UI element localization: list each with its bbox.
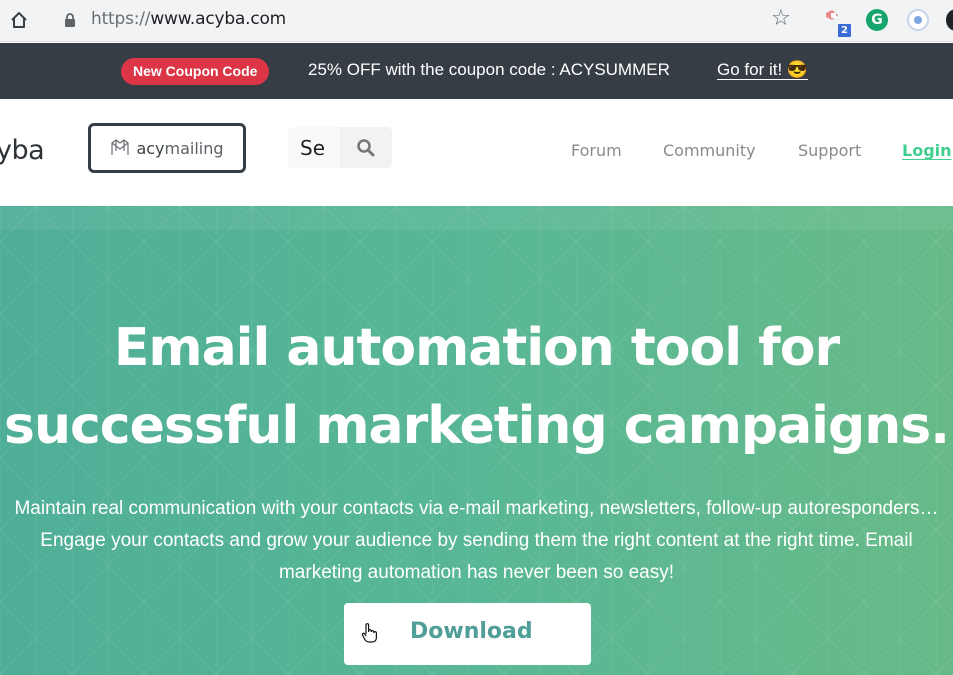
coupon-text: 25% OFF with the coupon code : ACYSUMMER xyxy=(308,60,670,79)
nav-link-forum[interactable]: Forum xyxy=(571,141,622,160)
hand-cursor-icon xyxy=(361,623,377,643)
url-scheme: https:// xyxy=(91,9,151,29)
browser-toolbar: https://www.acyba.com ☆ 2 G xyxy=(0,0,953,42)
acyba-logo[interactable]: yba xyxy=(0,135,45,166)
url-text[interactable]: https://www.acyba.com xyxy=(91,9,286,29)
bookmark-star-icon[interactable]: ☆ xyxy=(771,8,793,30)
extension-icon xyxy=(826,10,838,20)
home-icon xyxy=(11,12,27,28)
wordmark-prefix: acy xyxy=(136,138,165,158)
site-header: yba acymailing Forum Community Support L… xyxy=(0,99,953,206)
nav-link-support[interactable]: Support xyxy=(798,141,861,160)
coupon-link[interactable]: Go for it! 😎 xyxy=(717,60,808,80)
nav-link-login[interactable]: Login xyxy=(902,141,952,160)
extension-badge: 2 xyxy=(838,24,851,37)
download-button[interactable]: Download xyxy=(344,603,591,665)
search-icon xyxy=(357,138,375,156)
acymailing-wordmark: acymailing xyxy=(136,139,223,158)
profile-icon[interactable] xyxy=(946,9,953,31)
hero-section: Email automation tool for successful mar… xyxy=(0,206,953,675)
download-label: Download xyxy=(410,619,533,644)
search-button[interactable] xyxy=(340,127,392,168)
acymailing-button[interactable]: acymailing xyxy=(88,123,246,173)
hero-title-line-2: successful marketing campaigns. xyxy=(4,396,950,456)
wordmark-suffix: mailing xyxy=(164,138,224,158)
record-icon[interactable] xyxy=(907,9,929,31)
home-button[interactable] xyxy=(8,8,30,32)
coupon-badge: New Coupon Code xyxy=(121,58,270,85)
coupon-banner: New Coupon Code 25% OFF with the coupon … xyxy=(0,43,953,99)
grammarly-icon[interactable]: G xyxy=(866,9,888,31)
search-box xyxy=(288,127,392,168)
url-host: www.acyba.com xyxy=(150,9,287,29)
lock-icon xyxy=(65,13,75,27)
extension-button[interactable]: 2 xyxy=(824,9,851,37)
hero-description: Maintain real communication with your co… xyxy=(14,498,939,583)
acymailing-logo-icon xyxy=(111,139,130,155)
search-input[interactable] xyxy=(288,127,340,168)
hero-title-line-1: Email automation tool for xyxy=(113,318,840,378)
nav-link-community[interactable]: Community xyxy=(663,141,756,160)
